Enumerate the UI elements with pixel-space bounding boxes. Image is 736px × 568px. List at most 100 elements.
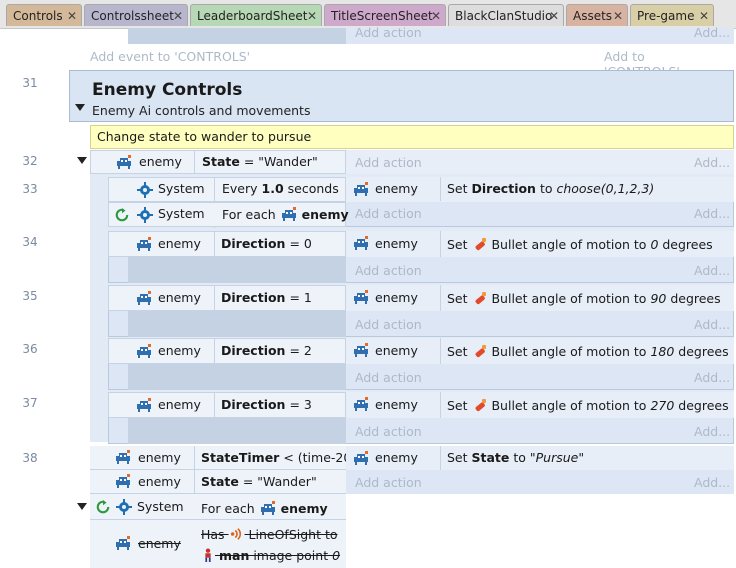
close-icon[interactable]: ✕ <box>549 5 559 26</box>
add-action-link[interactable]: Add action <box>355 317 422 332</box>
tab-blackclanstudio[interactable]: BlackClanStudio ✕ <box>448 4 564 26</box>
add-more-link[interactable]: Add... <box>694 475 730 490</box>
condition-text: man image point 0 <box>201 547 340 563</box>
variable-name: Direction <box>221 397 286 412</box>
object-name: enemy <box>375 236 418 251</box>
condition-value: < (time-20) <box>279 450 357 465</box>
add-event-link[interactable]: Add event to 'CONTROLS' <box>90 49 250 64</box>
event-38-subblock <box>346 494 734 568</box>
action-description: Bullet angle of motion to <box>491 398 651 413</box>
condition-row[interactable]: System For each enemy <box>90 494 346 520</box>
add-action-link[interactable]: Add action <box>355 263 422 278</box>
condition-row-disabled[interactable]: enemy Has LineOfSight to man image point… <box>90 520 346 568</box>
add-action-link[interactable]: Add action <box>355 25 422 40</box>
tab-controlssheet[interactable]: Controlssheet ✕ <box>84 4 188 26</box>
tab-controls[interactable]: Controls ✕ <box>6 4 82 26</box>
enemy-sprite-icon <box>354 397 368 411</box>
condition-row[interactable]: enemy Direction = 1 <box>108 285 346 311</box>
add-more-link[interactable]: Add... <box>694 317 730 332</box>
action-row[interactable]: enemy Set Bullet angle of motion to 90 de… <box>346 285 734 311</box>
condition-row[interactable]: enemy Direction = 0 <box>108 231 346 257</box>
sub-event-gap <box>128 257 346 283</box>
condition-row[interactable]: System For each enemy <box>108 202 349 227</box>
action-value: choose(0,1,2,3) <box>556 181 655 196</box>
condition-row[interactable]: enemy State = "Wander" <box>90 470 346 494</box>
tab-leaderboardsheet[interactable]: LeaderboardSheet ✕ <box>190 4 322 26</box>
divider <box>440 338 441 364</box>
add-more-link[interactable]: Add... <box>694 206 730 221</box>
close-icon[interactable]: ✕ <box>173 5 183 26</box>
tab-label: BlackClanStudio <box>455 9 553 23</box>
action-row[interactable]: enemy Set Bullet angle of motion to 270 d… <box>346 392 734 418</box>
condition-row[interactable]: enemy Direction = 3 <box>108 392 346 418</box>
action-unit: degrees <box>658 237 713 252</box>
gear-icon <box>137 182 153 198</box>
collapse-arrow-icon[interactable] <box>77 157 87 164</box>
close-icon[interactable]: ✕ <box>699 5 709 26</box>
tab-pre-game[interactable]: Pre-game ✕ <box>630 4 714 26</box>
divider <box>214 232 215 256</box>
condition-row[interactable]: enemy State = "Wander" <box>90 150 346 174</box>
condition-text: Has LineOfSight to <box>201 527 338 542</box>
close-icon[interactable]: ✕ <box>613 5 623 26</box>
enemy-sprite-icon <box>116 474 130 488</box>
condition-value: 1.0 <box>261 181 284 196</box>
add-more-link[interactable]: Add... <box>694 155 730 170</box>
gear-icon <box>137 207 153 223</box>
action-prefix: Set <box>447 450 472 465</box>
event-group[interactable]: Enemy Controls Enemy Ai controls and mov… <box>69 70 734 122</box>
add-more-link[interactable]: Add... <box>694 424 730 439</box>
object-name: enemy <box>158 290 201 305</box>
enemy-sprite-icon <box>117 155 131 169</box>
line-number: 33 <box>22 182 38 196</box>
add-action-link[interactable]: Add action <box>355 206 422 221</box>
sub-event-gap <box>128 311 346 337</box>
add-action-link[interactable]: Add action <box>355 424 422 439</box>
comment[interactable]: Change state to wander to pursue <box>90 125 734 149</box>
action-row[interactable]: enemy Set State to "Pursue" <box>346 446 734 470</box>
action-unit: degrees <box>666 291 721 306</box>
object-name: System <box>137 499 184 514</box>
tab-label: Assets <box>573 9 613 23</box>
close-icon[interactable]: ✕ <box>307 5 317 26</box>
man-sprite-icon <box>205 548 211 562</box>
action-value: 180 <box>650 344 675 359</box>
collapse-arrow-icon[interactable] <box>77 503 87 510</box>
condition-row[interactable]: enemy StateTimer < (time-20) <box>90 446 356 470</box>
action-description: Bullet angle of motion to <box>491 344 651 359</box>
condition-text: Direction = 1 <box>221 290 312 305</box>
action-text: Set Direction to choose(0,1,2,3) <box>447 178 654 200</box>
loop-icon <box>115 208 129 222</box>
enemy-sprite-icon <box>137 398 151 412</box>
condition-row[interactable]: enemy Direction = 2 <box>108 338 346 364</box>
action-description: Bullet angle of motion to <box>491 291 651 306</box>
add-more-link[interactable]: Add... <box>694 25 730 40</box>
add-action-link[interactable]: Add action <box>355 155 422 170</box>
object-name: enemy <box>139 154 182 169</box>
action-description: Bullet angle of motion to <box>491 237 651 252</box>
tab-assets[interactable]: Assets ✕ <box>566 4 628 26</box>
action-text: Set State to "Pursue" <box>447 450 584 465</box>
tab-titlescreensheet[interactable]: TitleScreenSheet ✕ <box>324 4 446 26</box>
condition-row[interactable]: System Every 1.0 seconds <box>108 177 346 228</box>
object-name: enemy <box>158 236 201 251</box>
action-prefix: Set <box>447 181 472 196</box>
action-row[interactable]: enemy Set Bullet angle of motion to 180 d… <box>346 338 734 364</box>
line-of-sight-icon <box>230 528 241 540</box>
add-more-link[interactable]: Add... <box>694 370 730 385</box>
tab-label: Pre-game <box>637 9 695 23</box>
add-more-link[interactable]: Add... <box>694 263 730 278</box>
action-text: Set Bullet angle of motion to 0 degrees <box>447 236 713 252</box>
close-icon[interactable]: ✕ <box>431 5 441 26</box>
variable-name: StateTimer <box>201 450 280 465</box>
collapse-arrow-icon[interactable] <box>75 104 85 111</box>
divider <box>214 339 215 363</box>
line-number: 34 <box>22 235 38 249</box>
tab-label: TitleScreenSheet <box>331 9 433 23</box>
action-row[interactable]: enemy Set Direction to choose(0,1,2,3) <box>346 177 734 202</box>
add-action-link[interactable]: Add action <box>355 370 422 385</box>
action-row[interactable]: enemy Set Bullet angle of motion to 0 deg… <box>346 231 734 257</box>
close-icon[interactable]: ✕ <box>67 5 77 26</box>
add-action-link[interactable]: Add action <box>355 475 422 490</box>
divider <box>440 446 441 470</box>
